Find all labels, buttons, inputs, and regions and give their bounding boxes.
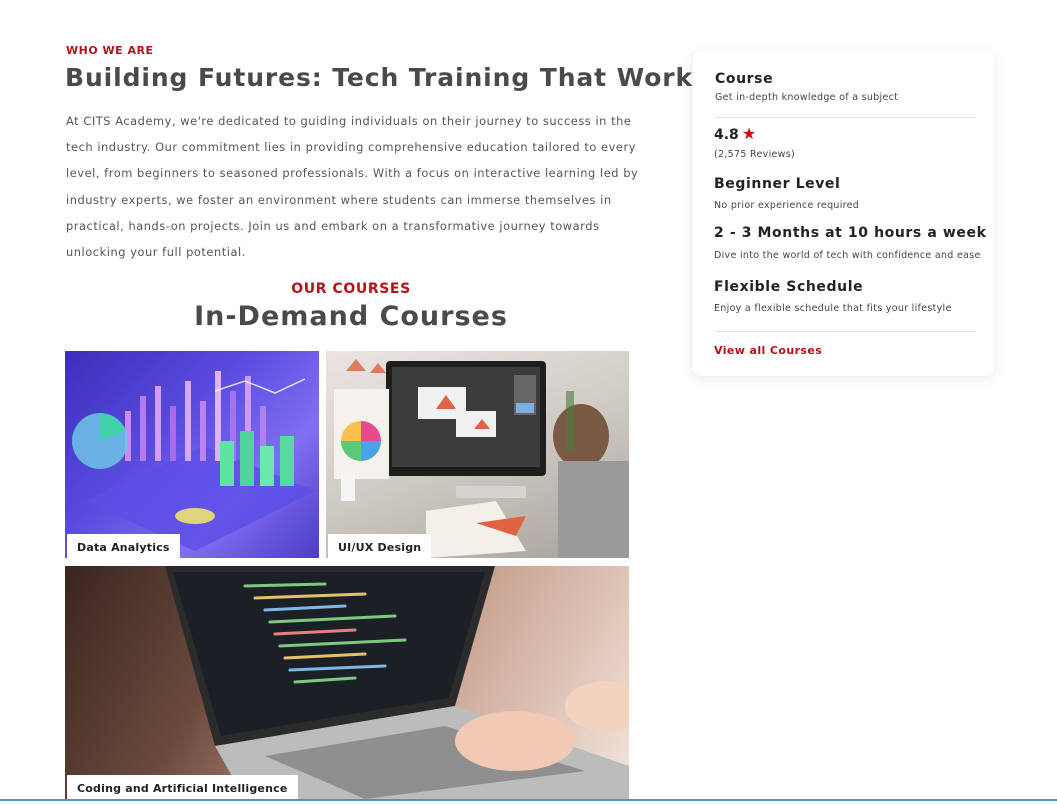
schedule-desc: Enjoy a flexible schedule that fits your… [714,303,952,314]
view-all-courses-link[interactable]: View all Courses [714,344,822,357]
page-bottom-border [0,799,1057,801]
courses-title: In-Demand Courses [194,301,508,332]
star-icon: ★ [741,124,757,143]
ui-ux-illustration [334,359,629,558]
course-info-card: Course Get in-depth knowledge of a subje… [693,51,994,376]
card-title: Course [715,71,774,87]
rating-value: 4.8 [714,127,739,143]
rating: 4.8 ★ [714,124,756,143]
who-we-are-eyebrow: WHO WE ARE [66,44,154,57]
level-title: Beginner Level [714,176,841,192]
review-count: (2,575 Reviews) [714,149,795,160]
course-tile-coding-ai[interactable]: Coding and Artificial Intelligence [65,566,629,799]
course-tile-data-analytics[interactable]: Data Analytics [65,351,319,558]
about-paragraph: At CITS Academy, we're dedicated to guid… [66,114,639,260]
level-desc: No prior experience required [714,200,860,211]
coding-ai-illustration [165,566,629,799]
course-label: Coding and Artificial Intelligence [67,775,298,799]
divider [715,117,976,118]
course-tile-ui-ux-design[interactable]: UI/UX Design [326,351,629,558]
divider [715,331,976,332]
schedule-title: Flexible Schedule [714,279,864,295]
card-subtitle: Get in-depth knowledge of a subject [715,92,899,103]
duration-desc: Dive into the world of tech with confide… [714,250,981,261]
course-label: Data Analytics [67,534,180,558]
courses-eyebrow: OUR COURSES [291,281,411,297]
course-label: UI/UX Design [328,534,432,558]
duration-title: 2 - 3 Months at 10 hours a week [714,225,987,241]
about-headline: Building Futures: Tech Training That Wor… [65,63,709,92]
data-analytics-illustration [72,371,315,551]
